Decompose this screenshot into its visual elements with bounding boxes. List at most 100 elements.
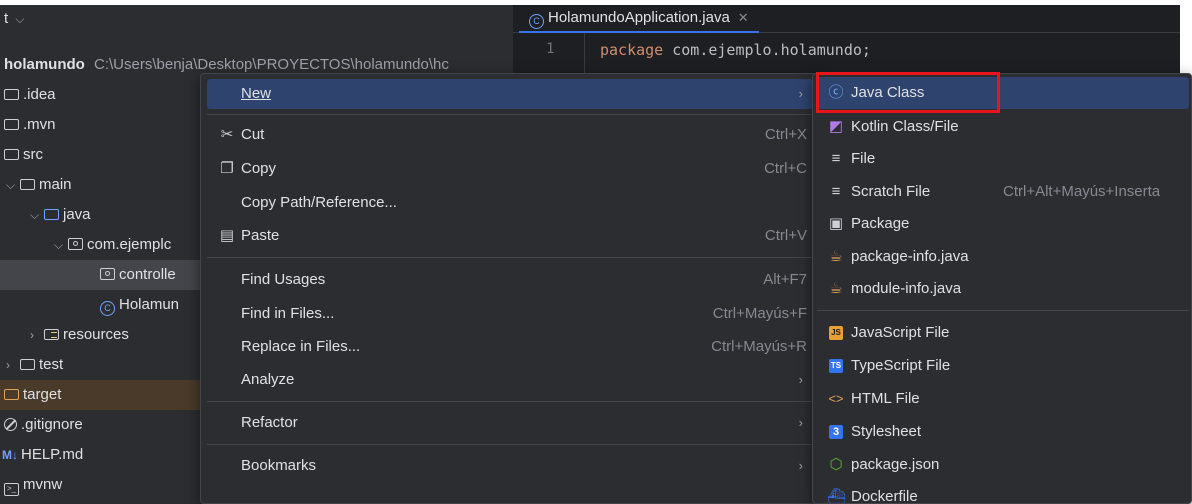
menu-item-label: Copy Path/Reference...	[241, 194, 397, 211]
submenu-item-package-json[interactable]: ⬡ package.json	[817, 449, 1189, 481]
root-name: holamundo	[4, 56, 85, 73]
tree-item-label: controlle	[119, 266, 176, 283]
submenu-item-label: package.json	[851, 456, 940, 473]
menu-item-shortcut: Ctrl+Mayús+R	[711, 338, 807, 355]
chevron-right-icon: ›	[798, 372, 803, 387]
submenu-item-stylesheet[interactable]: 3 Stylesheet	[817, 416, 1189, 448]
chevron-down-icon: ⌵	[15, 12, 25, 26]
submenu-item-label: Scratch File	[851, 183, 931, 200]
menu-item-label: Find Usages	[241, 271, 326, 288]
tree-item-label: test	[39, 356, 64, 373]
chevron-down-icon[interactable]: ⌵	[30, 200, 44, 230]
menu-item-label: New	[241, 85, 272, 102]
menu-item-shortcut: Alt+F7	[763, 271, 807, 288]
package-icon	[68, 238, 83, 250]
menu-separator	[207, 401, 813, 402]
menu-item-shortcut: Ctrl+V	[764, 227, 807, 244]
tree-item-label: java	[63, 206, 91, 223]
submenu-item-label: JavaScript File	[851, 324, 950, 341]
menu-item-analyze[interactable]: Analyze ›	[207, 365, 813, 395]
tab-label: HolamundoApplication.java	[548, 9, 730, 26]
menu-item-find-in-files[interactable]: Find in Files... Ctrl+Mayús+F	[207, 299, 813, 329]
package-icon	[100, 268, 115, 280]
submenu-item-label: TypeScript File	[851, 357, 951, 374]
scissors-icon: ✂	[220, 126, 234, 143]
submenu-item-html[interactable]: <> HTML File	[817, 383, 1189, 415]
menu-item-refactor[interactable]: Refactor ›	[207, 408, 813, 438]
chevron-right-icon: ›	[798, 415, 803, 430]
submenu-item-label: HTML File	[851, 390, 920, 407]
chevron-down-icon[interactable]: ⌵	[6, 170, 20, 200]
menu-item-label: Bookmarks	[241, 457, 317, 474]
menu-item-copy-path[interactable]: Copy Path/Reference...	[207, 188, 813, 218]
menu-item-shortcut: Ctrl+X	[764, 126, 807, 143]
submenu-item-javascript[interactable]: JS JavaScript File	[817, 317, 1189, 349]
new-submenu: ⓒ Java Class ◩ Kotlin Class/File ≡ File …	[812, 73, 1192, 504]
submenu-item-file[interactable]: ≡ File	[817, 143, 1189, 175]
javascript-icon: JS	[827, 317, 845, 349]
docker-icon: ⛴	[827, 488, 847, 504]
tab-holamundo-application[interactable]: C HolamundoApplication.java ✕	[519, 5, 759, 33]
close-icon[interactable]: ✕	[738, 10, 749, 25]
module-info-icon: ☕	[829, 280, 843, 297]
tree-item-label: .gitignore	[21, 416, 83, 433]
spring-class-icon: C	[529, 14, 544, 29]
menu-item-shortcut: Ctrl+Mayús+F	[712, 305, 807, 322]
submenu-item-label: package-info.java	[851, 248, 969, 265]
submenu-item-kotlin[interactable]: ◩ Kotlin Class/File	[817, 111, 1189, 143]
menu-item-label: Analyze	[241, 371, 295, 388]
clipboard-icon: ▤	[219, 227, 235, 244]
submenu-item-module-info[interactable]: ☕ module-info.java	[817, 273, 1189, 305]
submenu-item-label: File	[851, 150, 876, 167]
code-line[interactable]: package com.ejemplo.holamundo;	[600, 41, 871, 59]
menu-item-shortcut: Ctrl+C	[764, 160, 807, 177]
chevron-right-icon[interactable]: ›	[30, 320, 44, 350]
menu-item-new[interactable]: New ›	[207, 79, 813, 109]
submenu-item-shortcut: Ctrl+Alt+Mayús+Inserta	[1003, 183, 1161, 200]
menu-item-paste[interactable]: ▤ Paste Ctrl+V	[207, 221, 813, 251]
chevron-right-icon: ›	[798, 458, 803, 473]
menu-item-label: Paste	[241, 227, 280, 244]
tree-item-label: HELP.md	[21, 446, 84, 463]
submenu-item-label: Dockerfile	[851, 488, 918, 504]
folder-icon	[4, 149, 19, 160]
submenu-item-label: Stylesheet	[851, 423, 922, 440]
chevron-down-icon[interactable]: ⌵	[54, 230, 68, 260]
tree-item-label: target	[23, 386, 62, 403]
tree-item-label: resources	[63, 326, 129, 343]
screenshot: t ⌵ holamundo C:\Users\benja\Desktop\PRO…	[0, 0, 1192, 504]
chevron-right-icon[interactable]: ›	[6, 350, 20, 380]
project-view-selector[interactable]: t ⌵	[0, 5, 24, 33]
code-keyword: package	[600, 41, 664, 59]
menu-item-label: Copy	[241, 160, 277, 177]
terminal-icon: >_	[4, 483, 19, 496]
nodejs-icon: ⬡	[829, 456, 843, 473]
code-text: com.ejemplo.holamundo;	[663, 41, 871, 59]
annotation-highlight-box	[816, 72, 1000, 113]
submenu-item-package[interactable]: ▣ Package	[817, 208, 1189, 240]
tree-item-label: .mvn	[23, 116, 56, 133]
line-number: 1	[546, 41, 555, 57]
tree-item-label: main	[39, 176, 72, 193]
resources-folder-icon	[44, 329, 59, 340]
tree-item-label: src	[23, 146, 43, 163]
menu-item-bookmarks[interactable]: Bookmarks ›	[207, 451, 813, 481]
folder-icon	[4, 89, 19, 100]
markdown-icon: M↓	[2, 448, 18, 462]
menu-item-find-usages[interactable]: Find Usages Alt+F7	[207, 265, 813, 295]
submenu-item-package-info[interactable]: ☕ package-info.java	[817, 241, 1189, 273]
submenu-item-label: Package	[851, 215, 910, 232]
menu-separator	[207, 114, 813, 115]
chevron-right-icon: ›	[798, 86, 803, 101]
folder-icon	[20, 359, 35, 370]
folder-icon	[4, 119, 19, 130]
editor-tab-bar: C HolamundoApplication.java ✕	[513, 5, 1180, 33]
kotlin-icon: ◩	[828, 118, 844, 135]
submenu-item-typescript[interactable]: TS TypeScript File	[817, 350, 1189, 382]
menu-item-copy[interactable]: ❐ Copy Ctrl+C	[207, 154, 813, 184]
menu-item-cut[interactable]: ✂ Cut Ctrl+X	[207, 120, 813, 150]
submenu-item-dockerfile[interactable]: ⛴ Dockerfile	[817, 481, 1189, 504]
menu-item-replace-in-files[interactable]: Replace in Files... Ctrl+Mayús+R	[207, 332, 813, 362]
package-info-icon: ☕	[829, 248, 843, 265]
submenu-item-scratch[interactable]: ≡ Scratch File Ctrl+Alt+Mayús+Inserta	[817, 176, 1189, 208]
